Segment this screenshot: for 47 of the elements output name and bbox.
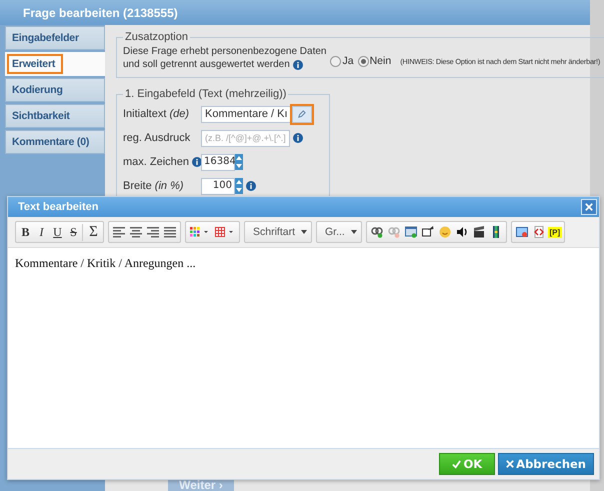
- spinner-arrows-icon[interactable]: [235, 178, 243, 194]
- text-field[interactable]: Kommentare / Kı: [201, 106, 292, 122]
- field-label: Initialtext (de): [123, 108, 190, 120]
- question-text: und soll getrennt ausgewertet werden: [123, 58, 326, 71]
- sidebar-tab[interactable]: Erweitert: [5, 52, 105, 76]
- align-center-icon[interactable]: [128, 226, 144, 238]
- field-label: reg. Ausdruck: [123, 132, 192, 144]
- sidebar-tab[interactable]: Kodierung: [5, 78, 105, 102]
- sidebar-tab[interactable]: Sichtbarkeit: [5, 104, 105, 128]
- radio-option[interactable]: Nein: [358, 55, 392, 67]
- toolbar-button[interactable]: Σ: [82, 224, 101, 240]
- caret-icon: [301, 230, 308, 234]
- pencil-icon: [297, 110, 306, 118]
- group-legend: Zusatzoption: [123, 31, 190, 43]
- toolbar-button[interactable]: S: [66, 224, 81, 240]
- cancel-button[interactable]: Abbrechen: [498, 453, 594, 475]
- dropdown[interactable]: Schriftart: [247, 226, 310, 238]
- editor-text[interactable]: Kommentare / Kritik / Anregungen ...: [15, 256, 196, 270]
- align-left-icon[interactable]: [111, 226, 127, 238]
- toolbar-button[interactable]: I: [34, 224, 49, 240]
- question-text: Diese Frage erhebt personenbezogene Daten: [123, 45, 326, 58]
- sidebar-tab[interactable]: Kommentare (0): [5, 130, 105, 154]
- toolbar-button[interactable]: U: [50, 224, 65, 240]
- group-legend: 1. Eingabefeld (Text (mehrzeilig)): [123, 88, 288, 100]
- dialog-title: Text bearbeiten: [18, 201, 98, 213]
- info-icon[interactable]: [292, 133, 303, 143]
- image-icon[interactable]: [402, 226, 419, 238]
- edit-button[interactable]: [292, 106, 312, 122]
- window-icon[interactable]: [514, 226, 530, 238]
- info-icon[interactable]: [246, 181, 256, 191]
- photo-frame-icon[interactable]: [420, 226, 436, 238]
- check-icon: [452, 460, 462, 468]
- close-icon[interactable]: [581, 199, 597, 215]
- window-title: Frage bearbeiten (2138555): [23, 6, 178, 20]
- close-icon: [506, 460, 514, 468]
- info-icon[interactable]: [292, 60, 303, 70]
- spinner-arrows-icon[interactable]: [235, 154, 243, 170]
- caret-icon: [350, 230, 357, 234]
- radio-option[interactable]: Ja: [330, 55, 354, 67]
- toolbar-button[interactable]: [P]: [548, 226, 562, 238]
- align-justify-icon[interactable]: [162, 226, 178, 238]
- align-right-icon[interactable]: [145, 226, 161, 238]
- link-icon[interactable]: [368, 226, 385, 238]
- toolbar-button[interactable]: B: [18, 224, 33, 240]
- sidebar-tab[interactable]: Eingabefelder: [5, 26, 105, 50]
- dropdown[interactable]: Gr...: [319, 226, 359, 238]
- field-label: Breite (in %): [123, 180, 185, 192]
